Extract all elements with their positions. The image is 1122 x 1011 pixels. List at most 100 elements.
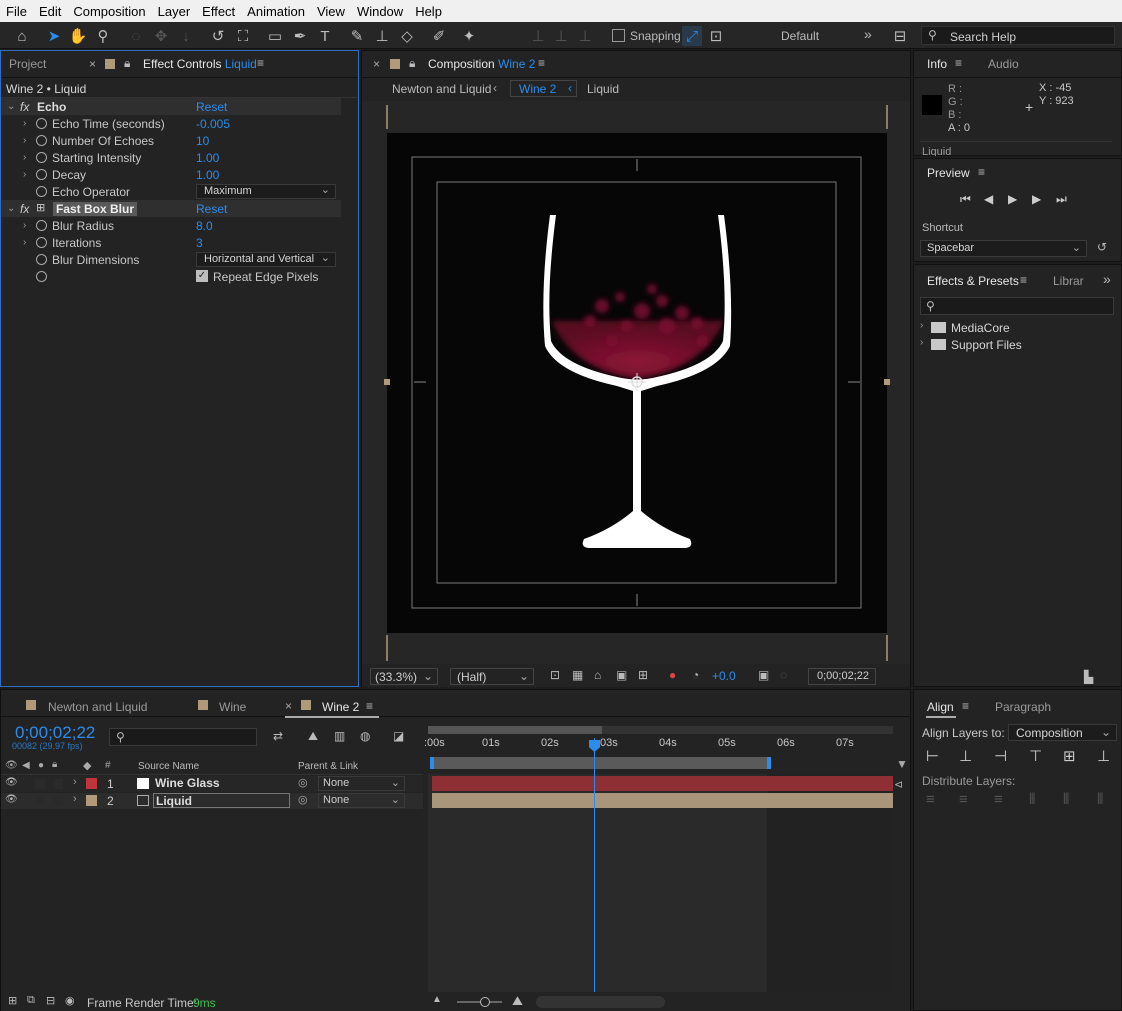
effect-echo-row[interactable]: ⌄ fx Echo Reset: [1, 98, 341, 115]
menu-composition[interactable]: Composition: [67, 4, 151, 19]
align-hcenter-icon[interactable]: ⊥: [959, 747, 972, 765]
tab-effects-presets[interactable]: Effects & Presets: [927, 274, 1019, 288]
close-icon[interactable]: ×: [89, 57, 96, 71]
label-color-icon[interactable]: [86, 795, 97, 806]
blur-dimensions-dropdown[interactable]: Horizontal and Vertical ⌄: [196, 252, 336, 267]
mask-visibility-icon[interactable]: ⌂: [594, 668, 601, 682]
rectangle-tool-icon[interactable]: ▭: [265, 26, 285, 46]
panel-menu-icon[interactable]: ≡: [366, 699, 373, 713]
chevron-right-icon[interactable]: ›: [920, 337, 923, 348]
solo-box[interactable]: [35, 779, 45, 789]
property-value[interactable]: -0.005: [196, 117, 230, 131]
menu-layer[interactable]: Layer: [152, 4, 197, 19]
reset-icon[interactable]: ↺: [1097, 240, 1107, 254]
echo-reset-button[interactable]: Reset: [196, 100, 227, 114]
tab-libraries[interactable]: Librar: [1053, 274, 1084, 288]
eye-icon[interactable]: 👁︎: [5, 777, 18, 788]
show-snapshot-icon[interactable]: ◌: [780, 668, 787, 682]
property-value[interactable]: 8.0: [196, 219, 213, 233]
axis-local-icon[interactable]: ⊥: [528, 26, 548, 46]
region-of-interest-icon[interactable]: ⊡: [550, 668, 560, 682]
puppet-pin-icon[interactable]: ✦: [459, 26, 479, 46]
stopwatch-icon[interactable]: [36, 135, 47, 146]
stopwatch-icon[interactable]: [36, 220, 47, 231]
label-tag-icon[interactable]: ◆: [83, 759, 91, 772]
track-area[interactable]: [428, 774, 893, 992]
panel-menu-icon[interactable]: ≡: [955, 56, 962, 70]
work-area-range[interactable]: [430, 757, 771, 769]
table-row[interactable]: 👁︎ › 1 Wine Glass ◎ None ⌄: [1, 776, 423, 792]
effects-search-input[interactable]: ⚲: [920, 297, 1114, 315]
label-color-icon[interactable]: [86, 778, 97, 789]
stretch-toggle-icon[interactable]: ◉: [65, 994, 75, 1007]
property-value[interactable]: 1.00: [196, 168, 219, 182]
source-name-header[interactable]: Source Name: [138, 761, 199, 772]
draft-3d-icon[interactable]: ⛰: [308, 729, 318, 744]
menu-help[interactable]: Help: [409, 4, 448, 19]
render-time-toggle-icon[interactable]: ⊞: [8, 994, 17, 1007]
comp-timecode[interactable]: 0;00;02;22: [808, 668, 876, 685]
tab-info[interactable]: Info: [927, 57, 947, 71]
home-icon[interactable]: ⌂: [12, 26, 32, 46]
chevron-right-icon[interactable]: ›: [23, 237, 26, 248]
menu-view[interactable]: View: [311, 4, 351, 19]
zoom-in-icon[interactable]: ⛰: [512, 993, 523, 1009]
frame-blending-icon[interactable]: ◍: [360, 729, 370, 743]
distribute-vcenter-icon[interactable]: ≡: [959, 791, 968, 808]
channels-icon[interactable]: ●: [669, 668, 676, 682]
shortcut-dropdown[interactable]: Spacebar ⌄: [920, 240, 1087, 257]
distribute-top-icon[interactable]: ≡: [926, 791, 935, 808]
in-out-toggle-icon[interactable]: ⊟: [46, 994, 55, 1007]
lock-box[interactable]: [53, 796, 63, 806]
panel-menu-icon[interactable]: ≡: [978, 165, 985, 179]
effect-blur-row[interactable]: ⌄ fx ⊞ Fast Box Blur Reset: [1, 200, 341, 217]
workspace-label[interactable]: Default: [781, 29, 819, 43]
type-tool-icon[interactable]: T: [315, 26, 335, 46]
clone-stamp-icon[interactable]: ⊥: [372, 26, 392, 46]
zoom-slider-handle[interactable]: [480, 997, 490, 1007]
tab-paragraph[interactable]: Paragraph: [995, 700, 1051, 714]
playhead-handle[interactable]: [589, 740, 600, 752]
guides-icon[interactable]: ▣: [616, 668, 627, 682]
prev-frame-icon[interactable]: ◀︎: [984, 192, 993, 206]
panel-overflow-icon[interactable]: »: [1103, 271, 1111, 287]
align-to-dropdown[interactable]: Composition ⌄: [1008, 724, 1117, 741]
property-value[interactable]: 10: [196, 134, 209, 148]
tab-wine[interactable]: Wine: [219, 700, 246, 714]
layer-bar-wine-glass[interactable]: [432, 776, 893, 791]
align-left-icon[interactable]: ⊢: [926, 747, 939, 765]
roto-brush-icon[interactable]: ✐: [429, 26, 449, 46]
lock-icon[interactable]: 🔒︎: [124, 56, 130, 71]
solo-switch-icon[interactable]: ●: [38, 760, 44, 771]
repeat-edge-checkbox[interactable]: ✓: [196, 270, 208, 282]
align-right-icon[interactable]: ⊣: [994, 747, 1007, 765]
lock-icon[interactable]: 🔒︎: [52, 759, 57, 770]
parent-dropdown[interactable]: None ⌄: [318, 776, 405, 791]
distribute-left-icon[interactable]: ⫴: [1029, 791, 1035, 808]
tab-align[interactable]: Align: [927, 700, 954, 714]
last-frame-icon[interactable]: ⏭: [1056, 192, 1067, 207]
comp-marker-bin-icon[interactable]: ▼: [896, 757, 908, 771]
solo-box[interactable]: [35, 796, 45, 806]
shy-layers-icon[interactable]: ▥: [334, 729, 345, 743]
timeline-timecode[interactable]: 0;00;02;22: [15, 723, 95, 743]
pick-whip-icon[interactable]: ◎: [298, 776, 308, 789]
chevron-down-icon[interactable]: ⌄: [7, 101, 15, 112]
breadcrumb-item[interactable]: Newton and Liquid: [392, 82, 491, 96]
stopwatch-icon[interactable]: [36, 169, 47, 180]
search-help-field[interactable]: ⚲ Search Help: [921, 26, 1115, 45]
rotate-tool-icon[interactable]: ↺: [208, 26, 228, 46]
list-item[interactable]: › MediaCore: [914, 319, 1104, 336]
stopwatch-icon[interactable]: [36, 152, 47, 163]
comp-viewer[interactable]: [362, 101, 910, 664]
next-frame-icon[interactable]: ▶︎: [1032, 192, 1041, 206]
hand-tool-icon[interactable]: ✋: [68, 26, 88, 46]
panel-menu-icon[interactable]: ≡: [962, 699, 969, 713]
eye-icon[interactable]: 👁︎: [5, 794, 18, 805]
orbit-camera-icon[interactable]: ◌: [126, 26, 146, 46]
close-icon[interactable]: ×: [285, 699, 292, 713]
echo-operator-dropdown[interactable]: Maximum ⌄: [196, 184, 336, 199]
table-row[interactable]: 👁︎ › 2 Liquid ◎ None ⌄: [1, 793, 423, 809]
tab-project[interactable]: Project: [1, 51, 101, 77]
zoom-out-icon[interactable]: ▲: [432, 994, 442, 1005]
